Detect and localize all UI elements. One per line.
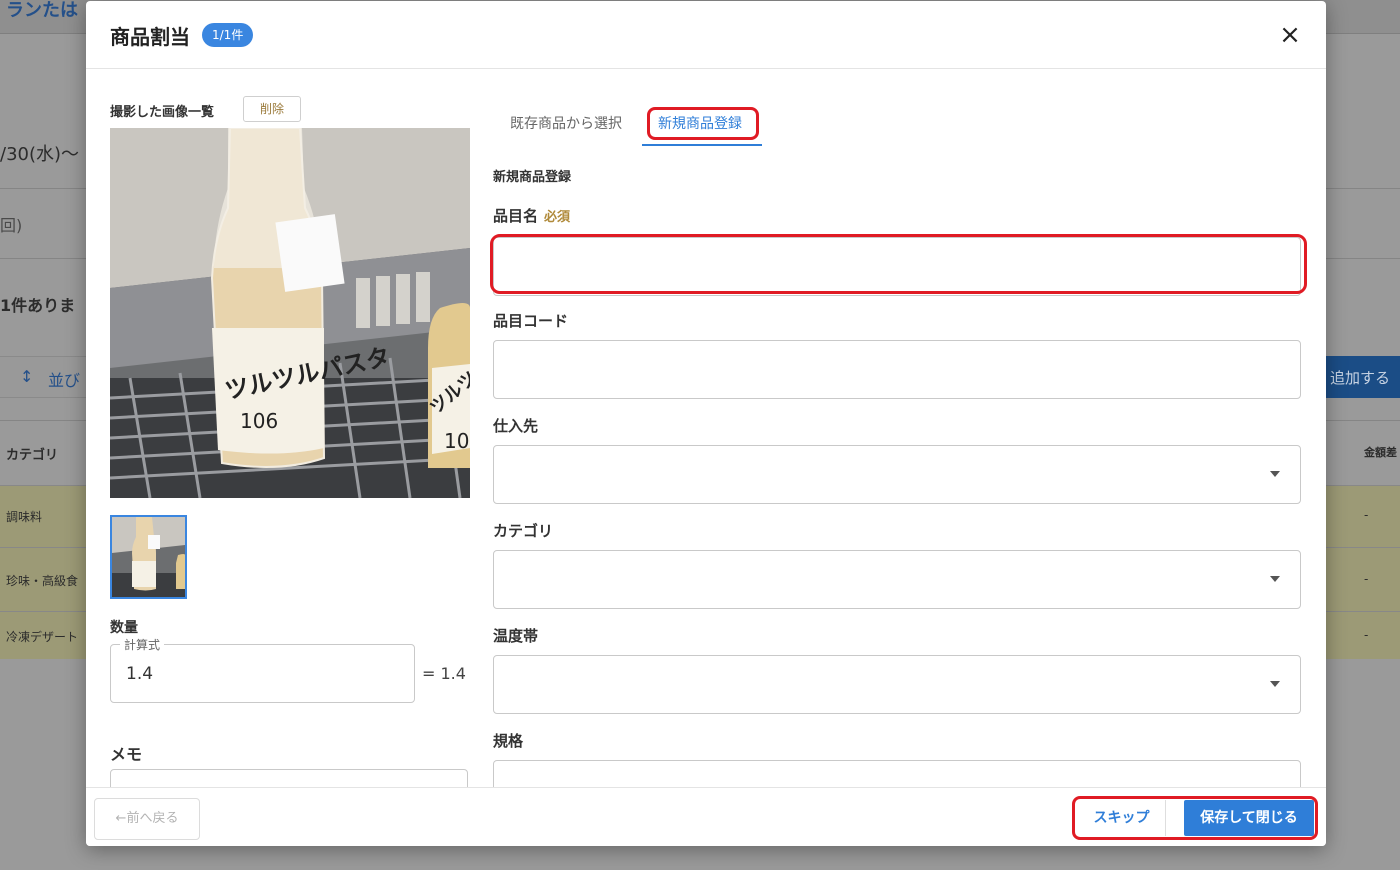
background-count: 回) [0, 216, 23, 235]
item-name-label-text: 品目名 [493, 207, 539, 225]
quantity-label: 数量 [110, 620, 138, 636]
category-select[interactable] [493, 550, 1301, 609]
background-row-amount: - [1364, 628, 1369, 642]
highlight-item-name [490, 234, 1307, 294]
captured-images-label: 撮影した画像一覧 [110, 105, 215, 120]
chevron-down-icon [1270, 471, 1280, 477]
item-name-label: 品目名 必須 [493, 205, 570, 226]
background-table-header-amount: 金額差 [1364, 446, 1397, 459]
background-table-header-category: カテゴリ [6, 448, 59, 463]
thumbnail-image [112, 517, 185, 597]
background-add-button: 追加する [1326, 356, 1400, 398]
spec-label: 規格 [493, 732, 524, 750]
close-icon[interactable]: × [1276, 21, 1304, 49]
supplier-select[interactable] [493, 445, 1301, 504]
photo-label-number: 106 [240, 409, 278, 433]
formula-legend: 計算式 [120, 636, 165, 653]
temperature-label: 温度帯 [493, 627, 539, 645]
memo-label: メモ [110, 745, 143, 764]
background-row-category: 珍味・高級食 [6, 574, 79, 588]
photo-second-number: 10 [444, 429, 469, 453]
formula-result: = 1.4 [422, 664, 466, 683]
background-date: /30(水)〜 [0, 144, 80, 165]
section-title: 新規商品登録 [493, 170, 572, 185]
delete-image-button[interactable]: 削除 [243, 96, 301, 122]
chevron-down-icon [1270, 681, 1280, 687]
background-sort-label: 並び [48, 371, 81, 390]
required-badge: 必須 [544, 210, 571, 225]
image-thumbnail[interactable] [110, 515, 187, 599]
background-row-amount: - [1364, 508, 1369, 522]
item-code-input[interactable] [493, 340, 1301, 399]
category-label: カテゴリ [493, 522, 554, 540]
product-assignment-modal: 商品割当 1/1件 × 撮影した画像一覧 削除 ツルツルパスタ 106 ツルツ … [86, 1, 1326, 846]
background-row-category: 冷凍デザート [6, 630, 79, 644]
back-button[interactable]: ←前へ戻る [94, 798, 200, 840]
modal-title: 商品割当 [110, 25, 190, 49]
count-badge: 1/1件 [202, 23, 254, 47]
highlight-footer-buttons [1072, 796, 1318, 840]
tab-existing-product[interactable]: 既存商品から選択 [510, 113, 622, 133]
chevron-down-icon [1270, 576, 1280, 582]
formula-value: 1.4 [126, 664, 154, 684]
product-photo-image: ツルツルパスタ 106 ツルツ 10 [110, 128, 470, 498]
temperature-select[interactable] [493, 655, 1301, 714]
background-header-fragment: ランたは [6, 0, 78, 21]
background-sort-button: ↕ 並び [0, 356, 90, 398]
sort-icon: ↕ [20, 367, 34, 386]
modal-header: 商品割当 1/1件 × [86, 1, 1326, 69]
item-code-label: 品目コード [493, 312, 569, 330]
modal-footer: ←前へ戻る スキップ 保存して閉じる [86, 787, 1326, 846]
active-tab-indicator [642, 144, 762, 146]
background-row-category: 調味料 [6, 510, 43, 524]
highlight-new-tab [647, 107, 759, 140]
supplier-label: 仕入先 [493, 417, 539, 435]
background-row-amount: - [1364, 572, 1369, 586]
background-notice: 1件ありま [0, 296, 76, 315]
product-photo: ツルツルパスタ 106 ツルツ 10 [110, 128, 470, 498]
